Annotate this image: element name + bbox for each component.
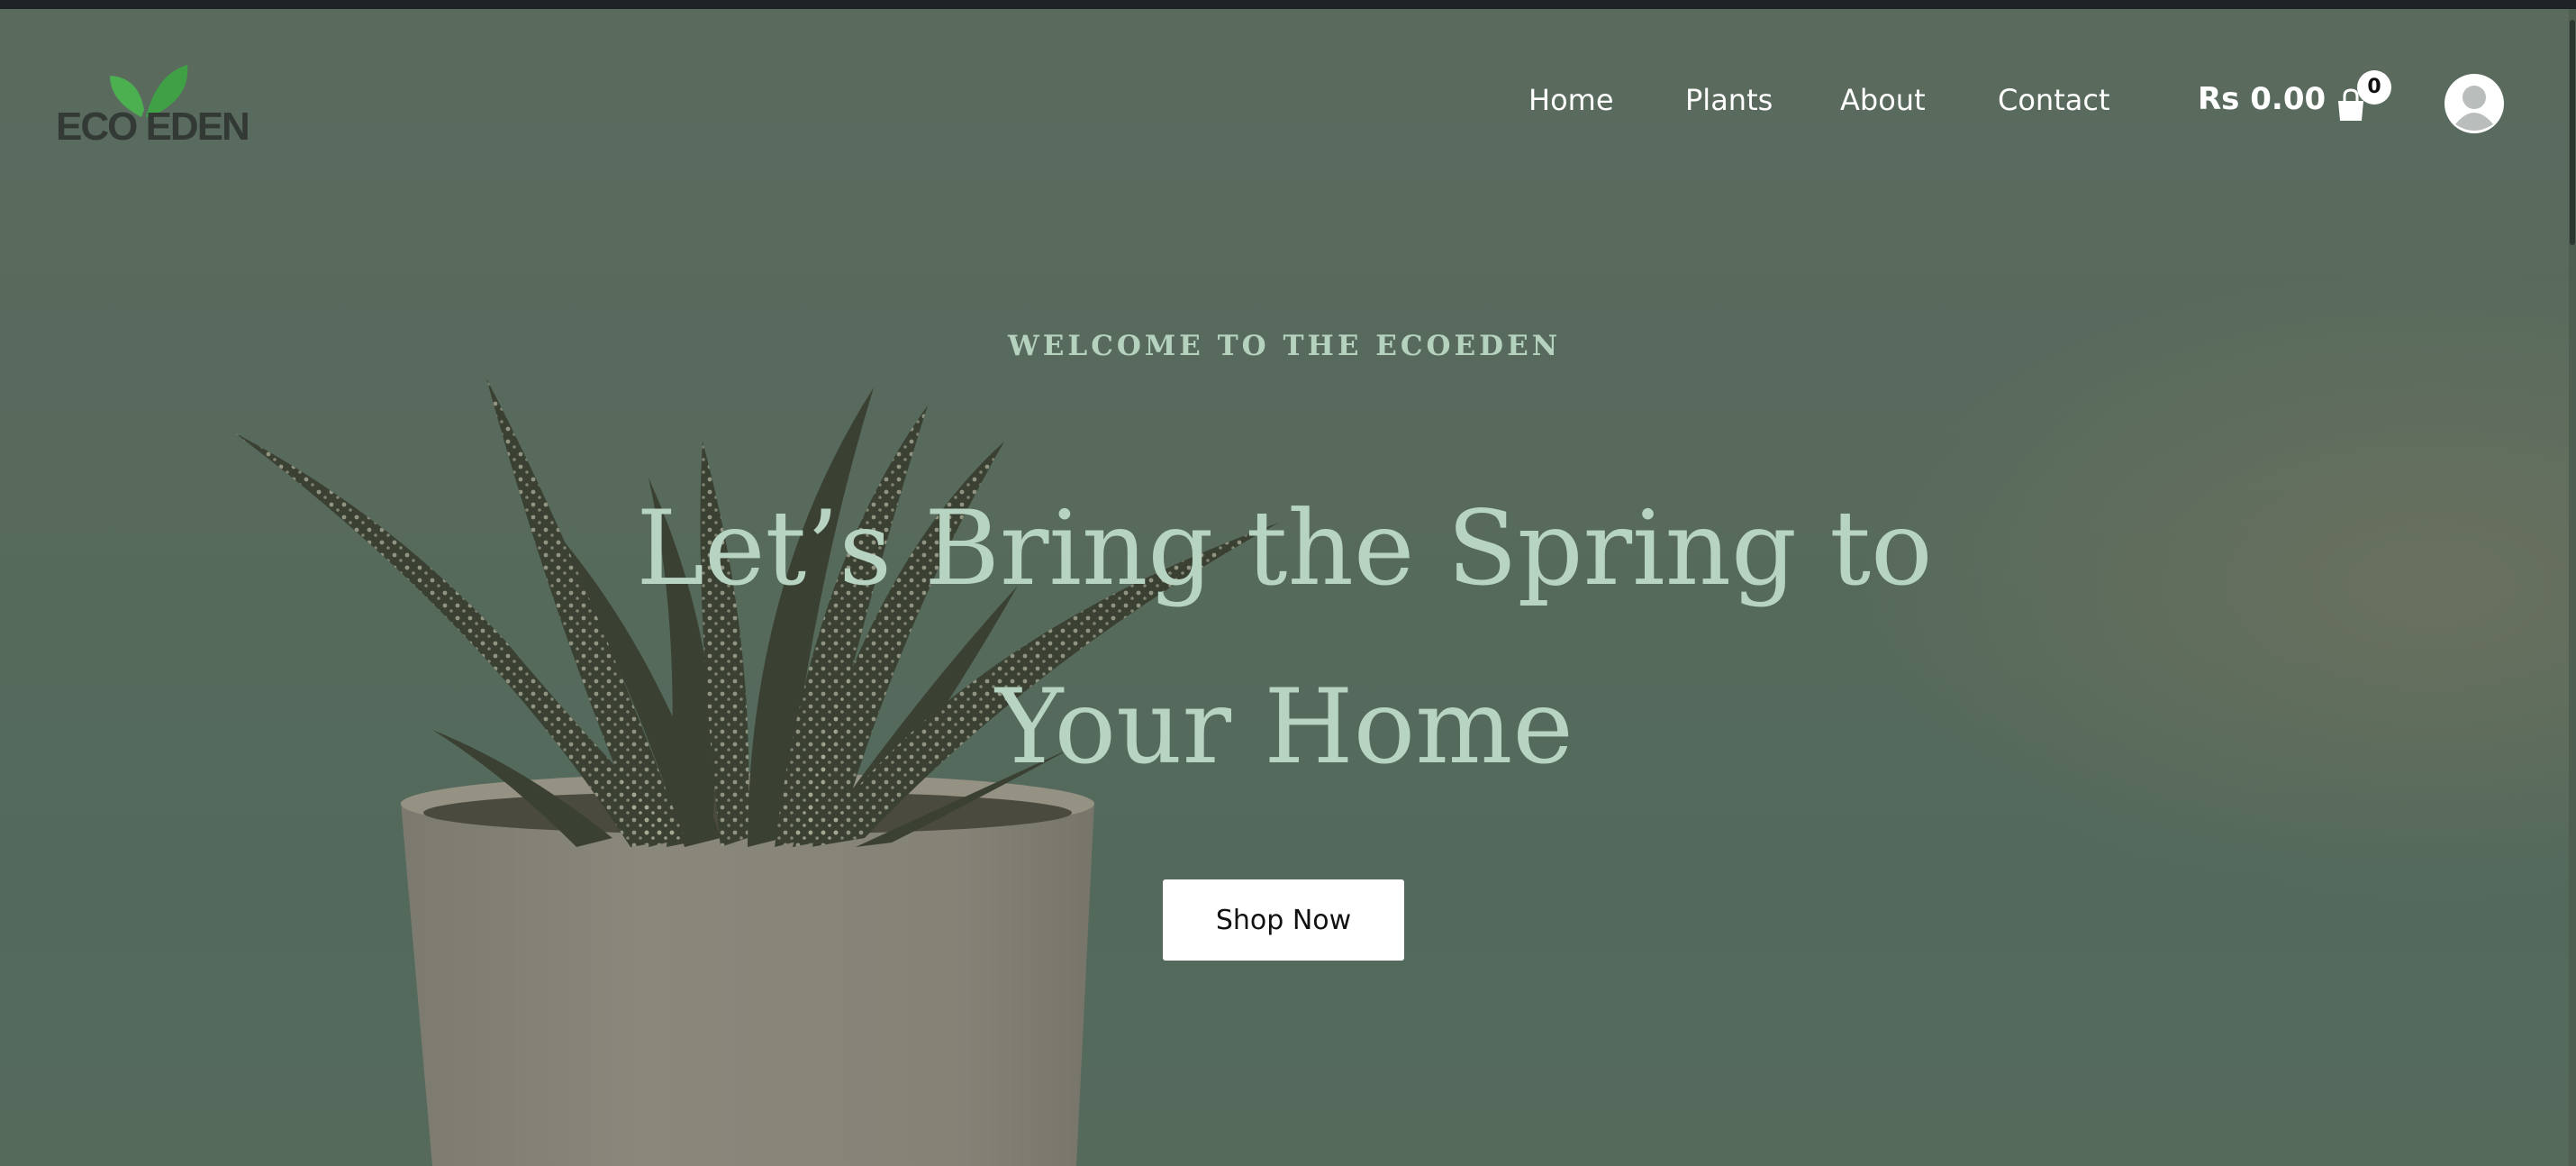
hero-eyebrow: WELCOME TO THE ECOEDEN [1007, 330, 1562, 362]
cart-count-badge: 0 [2357, 70, 2391, 105]
user-avatar-icon[interactable] [2444, 74, 2504, 133]
nav-about[interactable]: About [1840, 83, 1926, 117]
hero-headline-line-1: Let’s Bring the Spring to [636, 488, 1933, 608]
shop-now-button[interactable]: Shop Now [1163, 879, 1404, 961]
hero-headline-line-2: Your Home [995, 667, 1574, 787]
brand-logo[interactable]: ECO EDEN [56, 65, 254, 149]
nav-home[interactable]: Home [1528, 83, 1614, 117]
hero-section: ECO EDEN Home Plants About Contact Rs 0.… [0, 9, 2569, 1166]
window-top-strip [0, 0, 2576, 9]
brand-name: ECO EDEN [56, 105, 250, 149]
nav-contact[interactable]: Contact [1998, 83, 2110, 117]
scrollbar-thumb[interactable] [2570, 20, 2575, 245]
hero-headline: Let’s Bring the Spring to Your Home [0, 460, 2569, 816]
nav-plants[interactable]: Plants [1685, 83, 1773, 117]
cart-total: Rs 0.00 [2198, 81, 2327, 117]
page-scrollbar[interactable] [2569, 9, 2576, 1166]
